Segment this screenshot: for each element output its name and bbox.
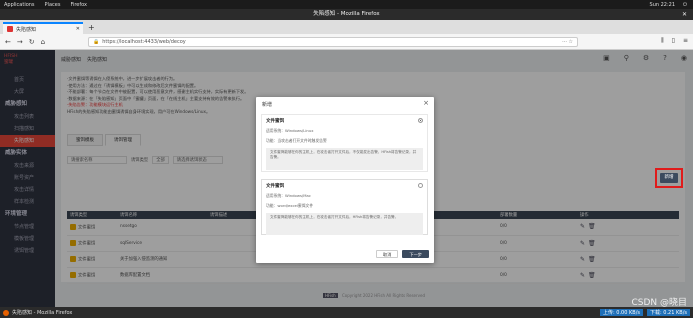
tab-strip: 失陷感知 ✕ + <box>0 20 693 34</box>
firefox-icon <box>3 309 9 316</box>
url-bar[interactable]: 🔒 https://localhost:4433/web/decoy ··· ☆ <box>88 37 578 47</box>
home-icon[interactable]: ⌂ <box>41 38 45 46</box>
window-close-icon[interactable]: ✕ <box>682 9 687 20</box>
dialog-close-icon[interactable]: × <box>423 99 429 107</box>
next-button[interactable]: 下一步 <box>402 250 429 258</box>
option-file-bait-2[interactable]: 文件蜜饵 适用系统：Windows/Mac 功能：word/excel蜜饵文件 … <box>261 179 428 235</box>
lock-icon: 🔒 <box>93 39 100 45</box>
option-title: 文件蜜饵 <box>266 184 284 189</box>
dialog-title: 新增 <box>262 102 273 108</box>
navigation-bar: ← → ↻ ⌂ 🔒 https://localhost:4433/web/dec… <box>0 34 693 50</box>
tab-close-icon[interactable]: ✕ <box>76 26 80 32</box>
option-description: 文件蜜饵能够在你的主机上，在攻击者打开文件后，不仅能发出告警，HFish将告警记… <box>266 148 423 170</box>
add-decoy-dialog: 新增 × 文件蜜饵 适用系统：Windows/Linux 功能：当攻击者打开文件… <box>256 97 434 263</box>
download-speed: 下载: 0.21 KB/s <box>647 309 690 316</box>
add-button[interactable]: 新增 <box>660 173 678 183</box>
option-function: 功能：word/excel蜜饵文件 <box>266 203 314 208</box>
back-icon[interactable]: ← <box>5 38 11 46</box>
browser-tab[interactable]: 失陷感知 ✕ <box>3 22 83 34</box>
dialog-buttons: 取消 下一步 <box>376 250 429 258</box>
new-tab-icon[interactable]: + <box>88 23 95 32</box>
taskbar: 失陷感知 - Mozilla Firefox 上传: 0.00 KB/s 下载:… <box>0 307 693 318</box>
upload-speed: 上传: 0.00 KB/s <box>600 309 643 316</box>
cancel-button[interactable]: 取消 <box>376 250 399 258</box>
option-platform: 适用系统：Windows/Mac <box>266 193 311 198</box>
sidebar-toggle-icon[interactable]: ▯ <box>672 37 675 45</box>
browser-tab-title: 失陷感知 <box>16 26 37 33</box>
taskbar-window-item[interactable]: 失陷感知 - Mozilla Firefox <box>3 309 72 316</box>
clock[interactable]: Sun 22:21 <box>650 2 676 8</box>
option-file-bait-1[interactable]: 文件蜜饵 适用系统：Windows/Linux 功能：当攻击者打开文件时触发告警… <box>261 114 428 172</box>
applications-menu[interactable]: Applications <box>4 2 35 8</box>
taskbar-window-label: 失陷感知 - Mozilla Firefox <box>12 310 73 316</box>
option-description: 文件蜜饵能够在你的主机上，在攻击者打开文件后，HFish将告警记录，并告警。 <box>266 213 423 235</box>
option-radio[interactable] <box>418 183 423 188</box>
places-menu[interactable]: Places <box>45 2 61 8</box>
window-title-bar: 失陷感知 - Mozilla Firefox ✕ <box>0 9 693 20</box>
reload-icon[interactable]: ↻ <box>29 38 35 46</box>
option-radio[interactable] <box>418 118 423 123</box>
menu-icon[interactable]: ≡ <box>683 37 688 45</box>
forward-icon[interactable]: → <box>17 38 23 46</box>
url-text: https://localhost:4433/web/decoy <box>102 39 186 45</box>
power-icon[interactable]: ⏻ <box>683 2 687 8</box>
system-top-bar: Applications Places Firefox Sun 22:21 ⏻ <box>0 0 693 9</box>
library-icon[interactable]: ⫼ <box>661 37 664 45</box>
option-title: 文件蜜饵 <box>266 119 284 124</box>
option-function: 功能：当攻击者打开文件时触发告警 <box>266 138 327 143</box>
page-actions-icon[interactable]: ··· ☆ <box>562 39 573 45</box>
option-platform: 适用系统：Windows/Linux <box>266 128 314 133</box>
window-title: 失陷感知 - Mozilla Firefox <box>313 11 380 17</box>
firefox-menu[interactable]: Firefox <box>70 2 87 8</box>
tab-favicon-icon <box>7 26 13 32</box>
